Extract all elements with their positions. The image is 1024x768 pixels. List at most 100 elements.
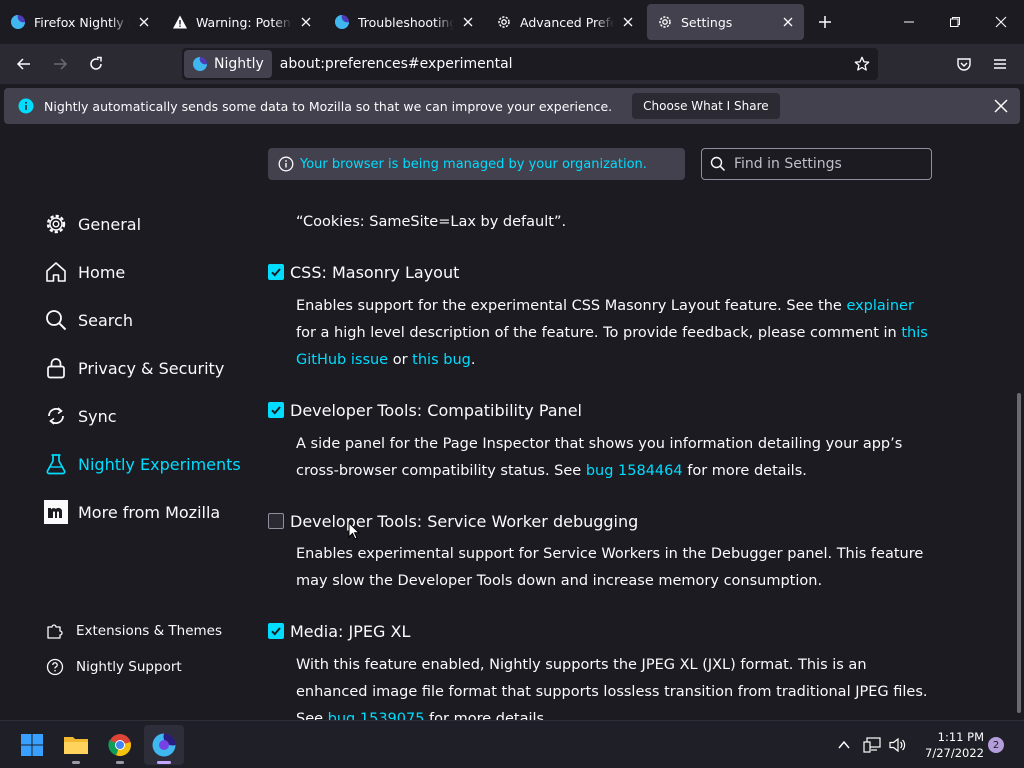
checkbox-service-worker-debugging[interactable] bbox=[268, 513, 284, 529]
managed-by-organization-notice[interactable]: Your browser is being managed by your or… bbox=[268, 148, 685, 180]
gear-icon bbox=[496, 14, 512, 30]
navigation-toolbar: Nightly about:preferences#experimental bbox=[0, 44, 1024, 84]
start-button[interactable] bbox=[12, 725, 52, 765]
extensions-and-themes-link[interactable]: Extensions & Themes bbox=[46, 619, 222, 643]
bug-1584464-link[interactable]: bug 1584464 bbox=[586, 463, 683, 479]
tab-firefox-nightly-first[interactable]: Firefox Nightly First bbox=[0, 4, 160, 40]
tab-settings[interactable]: Settings bbox=[647, 4, 804, 40]
sync-icon bbox=[44, 404, 68, 428]
info-icon bbox=[278, 156, 294, 172]
close-icon[interactable] bbox=[298, 14, 314, 30]
scrollbar-thumb[interactable] bbox=[1017, 393, 1021, 713]
category-label: General bbox=[78, 214, 142, 234]
system-clock[interactable]: 1:11 PM 7/27/2022 bbox=[912, 729, 984, 761]
pref-title-label: Media: JPEG XL bbox=[290, 621, 411, 641]
mozilla-m-icon bbox=[44, 500, 68, 524]
description-text: . bbox=[470, 352, 476, 368]
show-hidden-icons-button[interactable] bbox=[826, 725, 862, 765]
find-in-settings-search[interactable] bbox=[701, 148, 932, 180]
pocket-button[interactable] bbox=[948, 48, 980, 80]
minimize-button[interactable] bbox=[886, 0, 932, 44]
search-input[interactable] bbox=[732, 155, 922, 173]
flask-icon bbox=[44, 452, 68, 476]
category-nightly-experiments[interactable]: Nightly Experiments bbox=[44, 448, 241, 480]
tab-label: Advanced Preferenc bbox=[520, 14, 614, 30]
pref-css-masonry-layout[interactable]: CSS: Masonry Layout bbox=[268, 260, 459, 284]
category-label: Search bbox=[78, 310, 133, 330]
folder-icon bbox=[64, 737, 88, 754]
pref-title-label: Developer Tools: Service Worker debuggin… bbox=[290, 511, 639, 531]
nightly-logo-icon bbox=[10, 14, 26, 30]
taskbar-chrome[interactable] bbox=[100, 725, 140, 765]
category-label: Sync bbox=[78, 406, 117, 426]
mouse-cursor-icon bbox=[348, 522, 360, 540]
pref-devtools-service-worker-debugging[interactable]: Developer Tools: Service Worker debuggin… bbox=[268, 509, 638, 533]
identity-box[interactable]: Nightly bbox=[184, 50, 272, 78]
description-text: for more details. bbox=[682, 463, 807, 479]
reload-button[interactable] bbox=[80, 48, 112, 80]
tab-label: Settings bbox=[681, 14, 733, 30]
choose-what-i-share-button[interactable]: Choose What I Share bbox=[632, 93, 780, 119]
taskbar-firefox-nightly[interactable] bbox=[144, 725, 184, 765]
network-status[interactable] bbox=[858, 725, 886, 765]
new-tab-button[interactable] bbox=[802, 0, 848, 44]
bookmark-star-button[interactable] bbox=[852, 54, 872, 74]
category-home[interactable]: Home bbox=[44, 256, 125, 288]
pocket-icon bbox=[957, 58, 971, 71]
windows-logo-icon bbox=[21, 734, 43, 756]
category-search[interactable]: Search bbox=[44, 304, 133, 336]
checkbox-jpeg-xl[interactable] bbox=[268, 623, 284, 639]
close-window-button[interactable] bbox=[978, 0, 1024, 44]
tab-label: Warning: Potential bbox=[196, 14, 292, 30]
category-privacy-security[interactable]: Privacy & Security bbox=[44, 352, 224, 384]
close-icon[interactable] bbox=[460, 14, 476, 30]
forward-button[interactable] bbox=[44, 48, 76, 80]
gear-icon bbox=[657, 14, 673, 30]
restore-icon bbox=[950, 17, 960, 27]
clock-date: 7/27/2022 bbox=[925, 746, 984, 760]
category-more-from-mozilla[interactable]: More from Mozilla bbox=[44, 496, 220, 528]
restore-button[interactable] bbox=[932, 0, 978, 44]
lock-icon bbox=[44, 356, 68, 380]
running-indicator bbox=[72, 761, 80, 764]
url-input[interactable]: about:preferences#experimental bbox=[280, 56, 852, 72]
tab-troubleshooting-information[interactable]: Troubleshooting Inf bbox=[324, 4, 484, 40]
checkmark-icon bbox=[271, 406, 281, 415]
close-notification-button[interactable] bbox=[994, 98, 1010, 114]
category-general[interactable]: General bbox=[44, 208, 141, 240]
nightly-support-link[interactable]: Nightly Support bbox=[46, 655, 182, 679]
pref-media-jpeg-xl[interactable]: Media: JPEG XL bbox=[268, 619, 410, 643]
explainer-link[interactable]: explainer bbox=[846, 298, 913, 314]
nightly-logo-icon bbox=[152, 733, 176, 757]
tab-warning-potential[interactable]: Warning: Potential bbox=[162, 4, 322, 40]
close-icon[interactable] bbox=[136, 14, 152, 30]
taskbar-file-explorer[interactable] bbox=[56, 725, 96, 765]
data-reporting-notification: Nightly automatically sends some data to… bbox=[4, 88, 1020, 124]
close-icon[interactable] bbox=[780, 14, 796, 30]
running-indicator bbox=[116, 761, 124, 764]
app-menu-button[interactable] bbox=[984, 48, 1016, 80]
settings-page: Your browser is being managed by your or… bbox=[0, 128, 1024, 724]
notification-count-badge[interactable]: 2 bbox=[988, 737, 1004, 753]
reload-icon bbox=[90, 56, 102, 70]
windows-taskbar: 1:11 PM 7/27/2022 2 bbox=[0, 720, 1024, 768]
close-icon[interactable] bbox=[620, 14, 636, 30]
tab-advanced-preferences[interactable]: Advanced Preferenc bbox=[486, 4, 644, 40]
this-bug-link[interactable]: this bug bbox=[412, 352, 471, 368]
category-sync[interactable]: Sync bbox=[44, 400, 117, 432]
help-icon bbox=[46, 658, 64, 676]
tab-label: Firefox Nightly First bbox=[34, 14, 130, 30]
checkbox-css-masonry-layout[interactable] bbox=[268, 264, 284, 280]
checkbox-compatibility-panel[interactable] bbox=[268, 402, 284, 418]
url-bar[interactable]: Nightly about:preferences#experimental bbox=[182, 48, 878, 80]
category-label: More from Mozilla bbox=[78, 502, 221, 522]
back-button[interactable] bbox=[8, 48, 40, 80]
info-icon bbox=[18, 98, 34, 114]
pref-description-compat: A side panel for the Page Inspector that… bbox=[296, 431, 932, 485]
pref-description-sw-debug: Enables experimental support for Service… bbox=[296, 546, 924, 589]
volume-control[interactable] bbox=[884, 725, 912, 765]
footer-link-label: Extensions & Themes bbox=[76, 623, 223, 639]
plus-icon bbox=[819, 16, 831, 28]
puzzle-icon bbox=[46, 622, 64, 640]
pref-devtools-compatibility-panel[interactable]: Developer Tools: Compatibility Panel bbox=[268, 398, 582, 422]
